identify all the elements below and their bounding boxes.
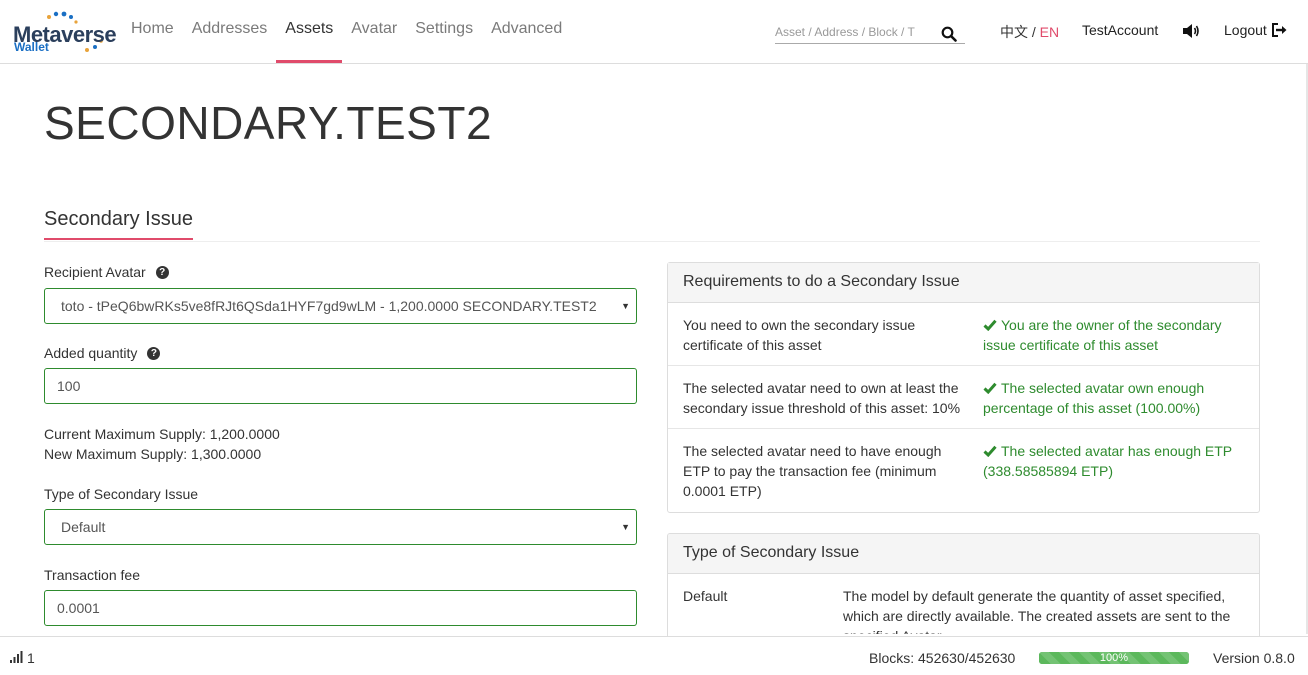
signal-icon bbox=[10, 651, 23, 663]
nav-addresses[interactable]: Addresses bbox=[183, 0, 277, 64]
search-box bbox=[775, 22, 965, 44]
issue-types-panel: Type of Secondary Issue Default The mode… bbox=[667, 533, 1260, 636]
top-navbar: Metaverse Wallet Home Addresses Assets A… bbox=[0, 0, 1308, 64]
new-max-supply: New Maximum Supply: 1,300.0000 bbox=[44, 446, 262, 462]
added-quantity-label-text: Added quantity bbox=[44, 345, 138, 361]
logout-icon bbox=[1271, 23, 1287, 37]
transaction-fee-label-text: Transaction fee bbox=[44, 567, 140, 583]
recipient-avatar-label-text: Recipient Avatar bbox=[44, 264, 146, 280]
sync-progress-bar: 100% bbox=[1039, 652, 1189, 664]
lang-en[interactable]: EN bbox=[1040, 24, 1059, 40]
added-quantity-input[interactable]: 100 bbox=[44, 368, 637, 404]
logout-label: Logout bbox=[1224, 22, 1267, 38]
added-quantity-label: Added quantity ? bbox=[44, 345, 161, 361]
checkmark-icon bbox=[983, 382, 997, 394]
recipient-avatar-select[interactable]: toto - tPeQ6bwRKs5ve8fRJt6QSda1HYF7gd9wL… bbox=[44, 288, 637, 324]
issue-type-value: Default bbox=[61, 519, 106, 535]
requirement-status-text: You are the owner of the secondary issue… bbox=[983, 317, 1222, 353]
issue-type-description: The model by default generate the quanti… bbox=[843, 588, 1231, 634]
recipient-avatar-value: toto - tPeQ6bwRKs5ve8fRJt6QSda1HYF7gd9wL… bbox=[61, 298, 597, 314]
transaction-fee-input[interactable]: 0.0001 bbox=[44, 590, 637, 626]
account-name[interactable]: TestAccount bbox=[1082, 22, 1158, 38]
logo-subtitle: Wallet bbox=[14, 40, 49, 54]
search-input[interactable] bbox=[775, 22, 935, 42]
transaction-fee-label: Transaction fee bbox=[44, 567, 140, 583]
search-icon[interactable] bbox=[941, 26, 957, 42]
requirement-text: You need to own the secondary issue cert… bbox=[683, 317, 916, 353]
requirements-panel-title: Requirements to do a Secondary Issue bbox=[668, 263, 1259, 303]
nav-avatar[interactable]: Avatar bbox=[342, 0, 406, 64]
requirement-status: The selected avatar has enough ETP (338.… bbox=[983, 441, 1248, 481]
status-footer: 1 Blocks: 452630/452630 100% Version 0.8… bbox=[0, 636, 1308, 675]
issue-types-panel-title: Type of Secondary Issue bbox=[668, 534, 1259, 574]
added-quantity-value: 100 bbox=[57, 378, 81, 394]
nav-advanced[interactable]: Advanced bbox=[482, 0, 571, 64]
language-switcher: 中文 / EN bbox=[1000, 22, 1059, 42]
requirement-status-text: The selected avatar own enough percentag… bbox=[983, 380, 1205, 416]
nav-assets[interactable]: Assets bbox=[276, 0, 343, 64]
issue-type-label-text: Type of Secondary Issue bbox=[44, 486, 199, 502]
app-version: Version 0.8.0 bbox=[1213, 650, 1295, 666]
lang-zh[interactable]: 中文 bbox=[1000, 24, 1028, 40]
requirement-status-text: The selected avatar has enough ETP (338.… bbox=[983, 443, 1232, 479]
requirement-text: The selected avatar need to own at least… bbox=[683, 380, 961, 416]
nav-settings[interactable]: Settings bbox=[406, 0, 482, 64]
checkmark-icon bbox=[983, 319, 997, 331]
metaverse-logo[interactable]: Metaverse Wallet bbox=[13, 11, 117, 55]
requirement-row: You need to own the secondary issue cert… bbox=[668, 303, 1259, 366]
block-height: Blocks: 452630/452630 bbox=[869, 650, 1016, 666]
chevron-down-icon: ▼ bbox=[621, 301, 630, 311]
page-title: SECONDARY.TEST2 bbox=[44, 97, 493, 149]
issue-type-select[interactable]: Default ▼ bbox=[44, 509, 637, 545]
transaction-fee-value: 0.0001 bbox=[57, 600, 100, 616]
section-title: Secondary Issue bbox=[44, 208, 193, 230]
quantity-help-icon[interactable]: ? bbox=[147, 346, 161, 360]
recipient-avatar-label: Recipient Avatar ? bbox=[44, 264, 169, 280]
sync-progress-label: 100% bbox=[1099, 652, 1129, 664]
requirement-row: The selected avatar need to own at least… bbox=[668, 366, 1259, 429]
issue-type-label: Type of Secondary Issue bbox=[44, 486, 198, 502]
section-underline bbox=[44, 238, 193, 240]
requirement-text: The selected avatar need to have enough … bbox=[683, 443, 942, 499]
requirement-status: The selected avatar own enough percentag… bbox=[983, 378, 1248, 418]
issue-type-name: Default bbox=[683, 588, 728, 604]
current-max-supply: Current Maximum Supply: 1,200.0000 bbox=[44, 426, 280, 442]
chevron-down-icon: ▼ bbox=[621, 522, 630, 532]
checkmark-icon bbox=[983, 445, 997, 457]
issue-type-row: Default The model by default generate th… bbox=[668, 574, 1259, 634]
peer-count: 1 bbox=[27, 650, 35, 666]
nav-home[interactable]: Home bbox=[122, 0, 183, 64]
requirement-row: The selected avatar need to have enough … bbox=[668, 429, 1259, 512]
requirement-status: You are the owner of the secondary issue… bbox=[983, 315, 1248, 355]
requirements-panel: Requirements to do a Secondary Issue You… bbox=[667, 262, 1260, 513]
volume-icon[interactable] bbox=[1182, 23, 1200, 39]
section-divider bbox=[44, 241, 1260, 242]
logout-button[interactable]: Logout bbox=[1224, 22, 1287, 38]
recipient-help-icon[interactable]: ? bbox=[155, 265, 169, 279]
main-nav: Home Addresses Assets Avatar Settings Ad… bbox=[122, 0, 571, 64]
lang-separator: / bbox=[1028, 24, 1040, 40]
